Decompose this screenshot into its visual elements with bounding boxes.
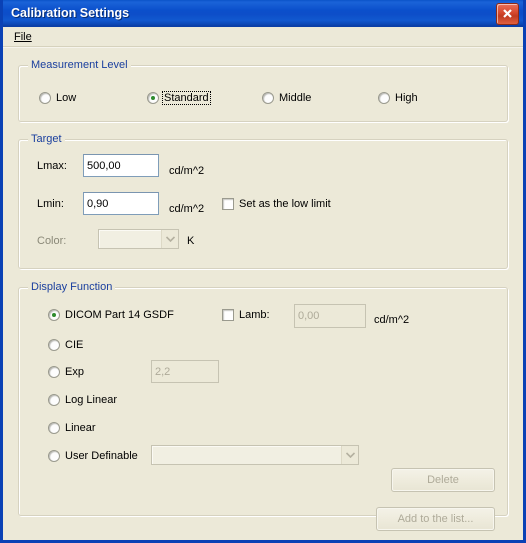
radio-measurement-middle[interactable]: Middle: [262, 92, 311, 104]
radio-icon-high[interactable]: [378, 92, 390, 104]
radio-label-exp: Exp: [65, 366, 84, 378]
lmax-unit: cd/m^2: [169, 165, 205, 177]
radio-label-middle: Middle: [279, 92, 312, 104]
color-unit: K: [187, 235, 195, 247]
radio-measurement-standard[interactable]: Standard: [147, 91, 211, 105]
radio-measurement-low[interactable]: Low: [39, 92, 76, 104]
checkbox-label-lamb: Lamb:: [239, 309, 270, 321]
radio-label-user-definable: User Definable: [65, 450, 138, 462]
add-to-list-button[interactable]: Add to the list...: [376, 507, 495, 531]
radio-label-linear: Linear: [65, 422, 96, 434]
color-combobox[interactable]: [98, 229, 179, 249]
chevron-down-icon[interactable]: [161, 230, 178, 248]
checkbox-set-low-limit[interactable]: Set as the low limit: [222, 198, 331, 210]
radio-icon-user-definable[interactable]: [48, 450, 60, 462]
radio-icon-linear[interactable]: [48, 422, 60, 434]
checkbox-lamb[interactable]: Lamb:: [222, 309, 270, 321]
checkbox-icon-lamb[interactable]: [222, 309, 234, 321]
group-display-function-legend: Display Function: [28, 281, 116, 293]
color-label: Color:: [37, 235, 67, 247]
radio-icon-exp[interactable]: [48, 366, 60, 378]
menu-item-file[interactable]: File: [9, 30, 37, 44]
lmin-input[interactable]: [83, 192, 159, 215]
radio-label-low: Low: [56, 92, 77, 104]
user-definable-combobox[interactable]: [151, 445, 359, 465]
group-measurement-level-legend: Measurement Level: [28, 59, 131, 71]
checkbox-icon-set-low-limit[interactable]: [222, 198, 234, 210]
radio-df-cie[interactable]: CIE: [48, 339, 83, 351]
radio-df-log-linear[interactable]: Log Linear: [48, 394, 117, 406]
radio-icon-middle[interactable]: [262, 92, 274, 104]
group-target-legend: Target: [28, 133, 65, 145]
add-to-list-button-label: Add to the list...: [397, 513, 474, 525]
color-combobox-value: [99, 230, 161, 248]
radio-label-high: High: [395, 92, 418, 104]
radio-icon-standard[interactable]: [147, 92, 159, 104]
group-display-function: Display Function DICOM Part 14 GSDF CIE …: [18, 281, 508, 531]
radio-icon-cie[interactable]: [48, 339, 60, 351]
radio-df-linear[interactable]: Linear: [48, 422, 96, 434]
menu-item-file-label: File: [14, 30, 32, 43]
radio-df-dicom[interactable]: DICOM Part 14 GSDF: [48, 309, 174, 321]
dialog-client-area: Measurement Level Low Standard Middle Hi…: [3, 47, 523, 540]
group-measurement-level: Measurement Level Low Standard Middle Hi…: [18, 59, 508, 122]
radio-measurement-high[interactable]: High: [378, 92, 418, 104]
client-top-highlight: [3, 47, 523, 48]
close-icon[interactable]: [496, 3, 519, 25]
radio-label-standard: Standard: [162, 91, 211, 105]
window-title: Calibration Settings: [11, 6, 130, 20]
chevron-down-icon[interactable]: [341, 446, 358, 464]
radio-df-exp[interactable]: Exp: [48, 366, 84, 378]
lmin-unit: cd/m^2: [169, 203, 205, 215]
group-target: Target Lmax: cd/m^2 Lmin: cd/m^2 Set as …: [18, 133, 508, 269]
radio-label-cie: CIE: [65, 339, 84, 351]
delete-button[interactable]: Delete: [391, 468, 495, 492]
lmax-input[interactable]: [83, 154, 159, 177]
radio-label-dicom: DICOM Part 14 GSDF: [65, 309, 174, 321]
exp-input[interactable]: [151, 360, 219, 383]
radio-icon-low[interactable]: [39, 92, 51, 104]
lmax-label: Lmax:: [37, 160, 67, 172]
menu-bar: File: [3, 27, 523, 47]
delete-button-label: Delete: [427, 474, 459, 486]
radio-icon-dicom[interactable]: [48, 309, 60, 321]
radio-label-log-linear: Log Linear: [65, 394, 117, 406]
radio-df-user-definable[interactable]: User Definable: [48, 450, 138, 462]
calibration-settings-window: Calibration Settings File Measurement Le…: [0, 0, 526, 543]
title-bar: Calibration Settings: [3, 0, 523, 27]
lamb-input[interactable]: [294, 304, 366, 328]
checkbox-label-set-low-limit: Set as the low limit: [239, 198, 331, 210]
lmin-label: Lmin:: [37, 198, 64, 210]
user-definable-combobox-value: [152, 446, 341, 464]
radio-icon-log-linear[interactable]: [48, 394, 60, 406]
lamb-unit: cd/m^2: [374, 314, 410, 326]
